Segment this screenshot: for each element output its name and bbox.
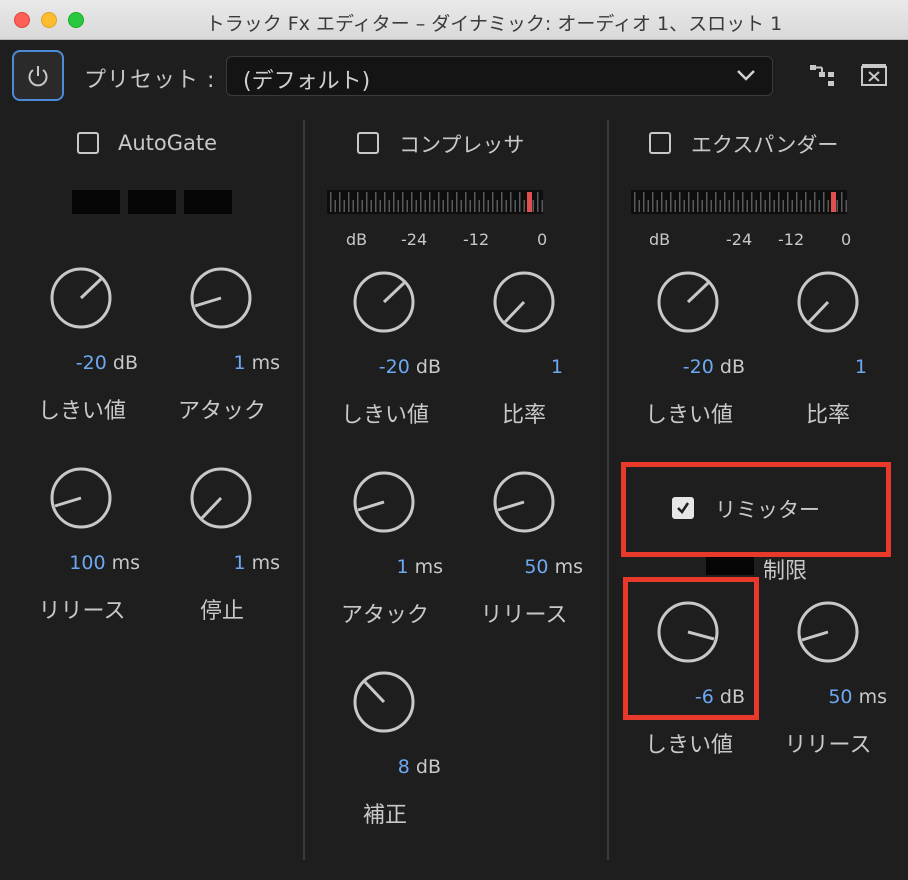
maximize-window-button[interactable]	[68, 12, 84, 28]
autogate-enable-checkbox[interactable]	[77, 132, 99, 154]
compressor-makeup-value: 8 dB	[397, 756, 441, 778]
compressor-release-knob[interactable]	[492, 470, 556, 534]
expander-enable-checkbox[interactable]	[649, 132, 671, 154]
compressor-makeup-label: 補正	[362, 803, 407, 828]
meter-scale-0: 0	[841, 230, 852, 249]
meter-scale-db: dB	[346, 230, 368, 249]
expander-level-meter	[631, 190, 847, 214]
expander-ratio-label: 比率	[805, 403, 850, 428]
compressor-ratio-label: 比率	[501, 403, 546, 428]
meter-ticks	[634, 192, 847, 212]
power-icon	[28, 66, 48, 87]
compressor-enable-checkbox[interactable]	[357, 132, 379, 154]
expander-threshold-value: -20 dB	[682, 356, 745, 378]
preset-value: (デフォルト)	[243, 69, 371, 94]
meter-ticks	[330, 192, 543, 212]
autogate-threshold-label: しきい値	[37, 399, 126, 424]
preset-label: プリセット :	[84, 68, 216, 93]
close-window-button[interactable]	[14, 12, 30, 28]
compressor-makeup-knob[interactable]	[352, 670, 416, 734]
limiter-threshold-value: -6 dB	[694, 686, 745, 708]
gate-indicator	[72, 190, 120, 214]
close-panel-icon[interactable]	[860, 63, 888, 87]
chevron-down-icon	[737, 70, 755, 81]
meter-scale-0: 0	[537, 230, 548, 249]
limiter-enable-checkbox[interactable]	[672, 497, 694, 519]
power-toggle-button[interactable]	[12, 50, 64, 101]
autogate-attack-label: アタック	[177, 399, 266, 424]
column-divider	[607, 120, 609, 860]
meter-scale-24: -24	[726, 230, 753, 249]
expander-threshold-label: しきい値	[644, 403, 733, 428]
minimize-window-button[interactable]	[41, 12, 57, 28]
limiter-release-label: リリース	[784, 733, 872, 758]
compressor-attack-label: アタック	[340, 603, 429, 628]
autogate-hold-value: 1 ms	[233, 552, 280, 574]
title-bar: トラック Fx エディター – ダイナミック: オーディオ 1、スロット 1	[0, 0, 908, 40]
limiter-threshold-knob[interactable]	[656, 600, 720, 664]
gate-indicator	[184, 190, 232, 214]
expander-title: エクスパンダー	[691, 133, 839, 157]
checkmark-icon	[677, 502, 690, 514]
meter-scale-12: -12	[463, 230, 490, 249]
autogate-hold-knob[interactable]	[189, 466, 253, 530]
autogate-release-value: 100 ms	[69, 552, 140, 574]
meter-peak-indicator	[527, 192, 532, 212]
column-divider	[303, 120, 305, 860]
routing-icon[interactable]	[808, 63, 836, 89]
autogate-release-knob[interactable]	[49, 466, 113, 530]
autogate-threshold-knob[interactable]	[49, 266, 113, 330]
limiter-release-knob[interactable]	[796, 600, 860, 664]
expander-threshold-knob[interactable]	[656, 270, 720, 334]
limit-indicator	[706, 557, 754, 575]
gate-indicator	[128, 190, 176, 214]
compressor-ratio-knob[interactable]	[492, 270, 556, 334]
compressor-threshold-value: -20 dB	[378, 356, 441, 378]
autogate-title: AutoGate	[118, 131, 218, 155]
compressor-threshold-label: しきい値	[340, 403, 429, 428]
compressor-release-label: リリース	[480, 603, 568, 628]
window-title: トラック Fx エディター – ダイナミック: オーディオ 1、スロット 1	[205, 13, 783, 35]
autogate-attack-value: 1 ms	[233, 352, 280, 374]
autogate-release-label: リリース	[38, 599, 126, 624]
compressor-ratio-value: 1	[550, 356, 563, 378]
compressor-threshold-knob[interactable]	[352, 270, 416, 334]
autogate-hold-label: 停止	[199, 599, 244, 624]
compressor-release-value: 50 ms	[524, 556, 583, 578]
limit-label: 制限	[763, 559, 808, 584]
limiter-threshold-label: しきい値	[644, 733, 733, 758]
limiter-title: リミッター	[715, 498, 820, 522]
meter-scale-24: -24	[401, 230, 428, 249]
meter-scale-db: dB	[649, 230, 671, 249]
preset-dropdown[interactable]: (デフォルト)	[226, 56, 773, 96]
autogate-attack-knob[interactable]	[189, 266, 253, 330]
expander-ratio-value: 1	[854, 356, 867, 378]
compressor-attack-knob[interactable]	[352, 470, 416, 534]
meter-scale-12: -12	[778, 230, 805, 249]
limiter-release-value: 50 ms	[828, 686, 887, 708]
meter-peak-indicator	[831, 192, 836, 212]
compressor-level-meter	[327, 190, 543, 214]
compressor-title: コンプレッサ	[399, 133, 525, 157]
compressor-attack-value: 1 ms	[396, 556, 443, 578]
expander-ratio-knob[interactable]	[796, 270, 860, 334]
autogate-threshold-value: -20 dB	[75, 352, 138, 374]
